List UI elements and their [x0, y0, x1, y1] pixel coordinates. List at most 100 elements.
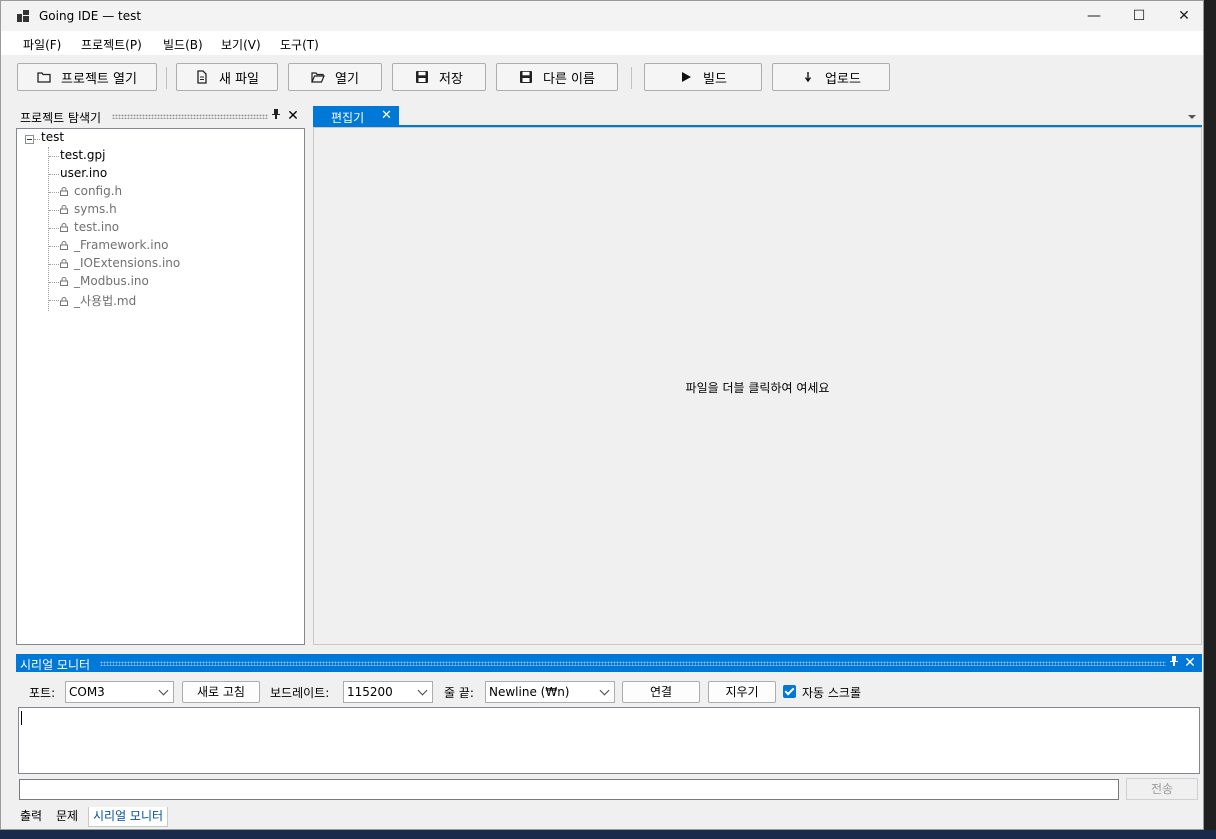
menu-file[interactable]: 파일(F) [23, 36, 61, 53]
tree-item-locked[interactable]: config.h [60, 184, 122, 198]
tab-editor[interactable]: 편집기 ✕ [313, 106, 399, 126]
build-button[interactable]: 빌드 [644, 63, 762, 91]
clear-button[interactable]: 지우기 [708, 681, 776, 703]
tab-problems[interactable]: 문제 [52, 807, 82, 827]
chevron-down-icon [158, 685, 169, 696]
close-icon[interactable]: ✕ [1183, 655, 1197, 671]
tree-connector [34, 139, 40, 140]
tree-item[interactable]: test.gpj [60, 148, 105, 162]
tree-connector [49, 228, 59, 229]
serial-monitor-header[interactable]: 시리얼 모니터 ✕ [16, 654, 1202, 672]
serial-monitor-panel: 포트: COM3 새로 고침 보드레이트: 115200 줄 끝: Newlin… [16, 672, 1202, 805]
connect-button[interactable]: 연결 [622, 681, 700, 703]
upload-button[interactable]: 업로드 [772, 63, 890, 91]
tree-item-label: test.ino [74, 220, 120, 234]
tree-item-locked[interactable]: _IOExtensions.ino [60, 256, 180, 270]
tree-connector [49, 156, 59, 157]
lock-icon [60, 277, 68, 286]
port-select[interactable]: COM3 [65, 681, 174, 703]
lock-icon [60, 259, 68, 268]
tab-list-dropdown-icon[interactable] [1188, 115, 1196, 119]
explorer-header[interactable]: 프로젝트 탐색기 ✕ [16, 107, 305, 125]
pin-icon[interactable] [1167, 655, 1181, 671]
tree-connector [49, 192, 59, 193]
send-button[interactable]: 전송 [1126, 778, 1198, 800]
lock-icon [60, 241, 68, 250]
line-end-label: 줄 끝: [444, 686, 474, 700]
open-button[interactable]: 열기 [288, 63, 382, 91]
port-label: 포트: [29, 686, 56, 700]
serial-output[interactable] [18, 707, 1200, 774]
save-icon [416, 71, 429, 83]
autoscroll-checkbox[interactable] [783, 685, 796, 698]
taskbar [0, 830, 1216, 839]
tree-item[interactable]: user.ino [60, 166, 107, 180]
lock-icon [60, 205, 68, 214]
title-bar[interactable]: Going IDE — test — ☐ ✕ [1, 1, 1203, 31]
line-end-select[interactable]: Newline (₩n) [485, 681, 615, 703]
baud-select[interactable]: 115200 [343, 681, 433, 703]
tree-item-label: _IOExtensions.ino [74, 256, 181, 270]
open-label: 열기 [335, 71, 359, 87]
close-icon[interactable]: ✕ [286, 108, 300, 124]
toolbar: 프로젝트 열기 새 파일 열기 저장 다른 이름 빌드 업로드 [1, 56, 1203, 100]
editor-tabstrip: 편집기 ✕ [313, 105, 1202, 127]
menu-tools[interactable]: 도구(T) [280, 36, 319, 53]
build-label: 빌드 [703, 71, 727, 87]
port-value: COM3 [69, 685, 105, 699]
save-as-button[interactable]: 다른 이름 [496, 63, 618, 91]
open-project-button[interactable]: 프로젝트 열기 [17, 63, 157, 91]
upload-arrow-icon [804, 72, 812, 83]
tree-item-label: _Modbus.ino [74, 274, 149, 288]
play-icon [682, 72, 692, 82]
save-label: 저장 [439, 71, 463, 87]
tree-item-locked[interactable]: _Modbus.ino [60, 274, 149, 288]
save-as-icon [520, 71, 532, 83]
tree-root[interactable]: test [41, 130, 64, 144]
menu-view[interactable]: 보기(V) [221, 36, 261, 53]
tree-connector [49, 300, 59, 301]
menu-bar: 파일(F) 프로젝트(P) 빌드(B) 보기(V) 도구(T) [1, 31, 1203, 55]
chevron-down-icon [417, 685, 428, 696]
minimize-button[interactable]: — [1071, 1, 1117, 31]
tree-connector [49, 210, 59, 211]
lock-icon [60, 297, 68, 306]
upload-label: 업로드 [825, 71, 861, 87]
menu-build[interactable]: 빌드(B) [163, 36, 203, 53]
drag-grip[interactable] [112, 114, 268, 119]
tree-item-locked[interactable]: syms.h [60, 202, 117, 216]
drag-grip[interactable] [100, 661, 1166, 666]
save-button[interactable]: 저장 [392, 63, 486, 91]
close-icon[interactable]: ✕ [381, 108, 392, 123]
editor-area[interactable]: 파일을 더블 클릭하여 여세요 [313, 127, 1202, 645]
menu-project[interactable]: 프로젝트(P) [81, 36, 142, 53]
new-file-button[interactable]: 새 파일 [176, 63, 278, 91]
file-icon [197, 70, 207, 84]
pin-icon[interactable] [269, 108, 283, 124]
project-tree[interactable]: test test.gpj user.ino config.h syms.h t… [16, 128, 305, 645]
app-icon [17, 10, 29, 22]
tab-serial-monitor[interactable]: 시리얼 모니터 [88, 807, 169, 827]
app-window: Going IDE — test — ☐ ✕ 파일(F) 프로젝트(P) 빌드(… [0, 0, 1204, 830]
tree-connector [49, 264, 59, 265]
line-end-value: Newline (₩n) [489, 685, 570, 699]
tab-output[interactable]: 출력 [16, 807, 46, 827]
send-input[interactable] [19, 779, 1119, 800]
refresh-button[interactable]: 새로 고침 [182, 681, 260, 703]
tree-item-locked[interactable]: _사용법.md [60, 292, 136, 309]
window-title: Going IDE — test [39, 9, 142, 23]
tree-item-label: config.h [74, 184, 123, 198]
autoscroll-label: 자동 스크롤 [802, 686, 862, 700]
toolbar-separator [631, 67, 632, 89]
bottom-tabs: 출력 문제 시리얼 모니터 [15, 805, 1202, 827]
tree-item-locked[interactable]: _Framework.ino [60, 238, 169, 252]
tree-connector [48, 147, 49, 311]
tree-item-label: _Framework.ino [74, 238, 169, 252]
text-caret [21, 711, 22, 725]
close-button[interactable]: ✕ [1161, 1, 1207, 31]
tree-item-locked[interactable]: test.ino [60, 220, 119, 234]
toolbar-separator [166, 67, 167, 89]
folder-icon [37, 72, 51, 83]
maximize-button[interactable]: ☐ [1116, 1, 1162, 31]
collapse-icon[interactable] [25, 135, 34, 144]
